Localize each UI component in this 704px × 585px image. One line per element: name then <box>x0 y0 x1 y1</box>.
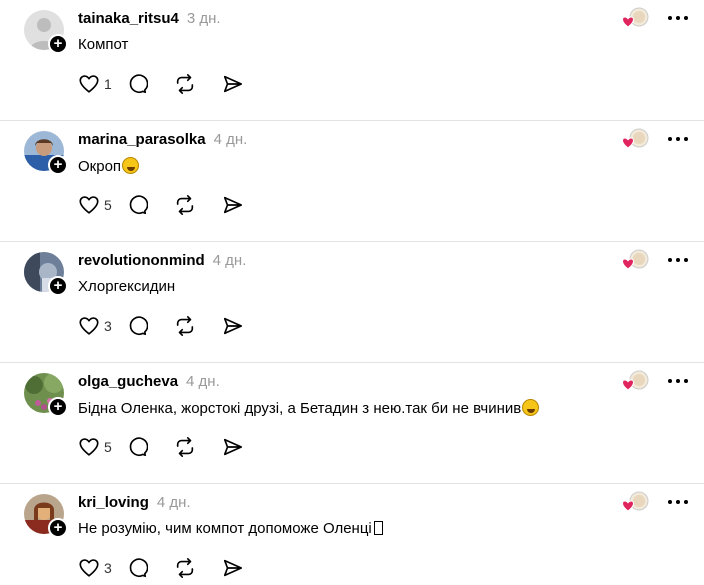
comment-actions: 1 <box>78 72 270 96</box>
repost-icon <box>174 557 196 579</box>
more-options-icon[interactable] <box>666 254 690 266</box>
share-button[interactable] <box>222 556 270 580</box>
share-button[interactable] <box>222 72 270 96</box>
comment-actions: 5 <box>78 435 270 459</box>
like-count: 5 <box>104 197 112 213</box>
repost-button[interactable] <box>174 314 222 338</box>
author-liked-badge <box>622 127 650 151</box>
avatar[interactable]: + <box>24 131 68 175</box>
comment-actions: 3 <box>78 556 270 580</box>
comment-actions: 5 <box>78 193 270 217</box>
avatar[interactable]: + <box>24 373 68 417</box>
like-button[interactable]: 3 <box>78 556 126 580</box>
comment-text: Окроп <box>78 157 140 175</box>
comment-bubble-icon <box>126 315 148 337</box>
comment-username[interactable]: revolutiononmind <box>78 252 205 269</box>
comment-bubble-icon <box>126 436 148 458</box>
author-liked-badge <box>622 6 650 30</box>
laughing-emoji-icon <box>122 157 140 174</box>
comment-bubble-icon <box>126 557 148 579</box>
share-send-icon <box>222 194 244 216</box>
comment-item: + kri_loving 4 дн. Не розумію, чим компо… <box>0 484 704 585</box>
comment-username[interactable]: kri_loving <box>78 494 149 511</box>
like-button[interactable]: 5 <box>78 435 126 459</box>
author-liked-badge <box>622 490 650 514</box>
comment-time: 4 дн. <box>156 494 191 511</box>
heart-icon <box>78 557 100 579</box>
comment-time: 4 дн. <box>186 373 220 390</box>
comment-time: 3 дн. <box>186 10 221 27</box>
missing-glyph-icon <box>373 521 383 535</box>
share-send-icon <box>222 315 244 337</box>
follow-plus-button[interactable]: + <box>48 34 68 54</box>
repost-icon <box>174 436 196 458</box>
comment-text: Хлоргексидин <box>78 278 176 295</box>
share-send-icon <box>222 557 244 579</box>
author-liked-badge <box>622 369 650 393</box>
like-button[interactable]: 1 <box>78 72 126 96</box>
reply-button[interactable] <box>126 193 174 217</box>
avatar[interactable]: + <box>24 10 68 54</box>
repost-button[interactable] <box>174 556 222 580</box>
heart-icon <box>78 73 100 95</box>
reply-button[interactable] <box>126 72 174 96</box>
share-send-icon <box>222 73 244 95</box>
repost-button[interactable] <box>174 72 222 96</box>
like-count: 3 <box>104 318 112 334</box>
comment-bubble-icon <box>126 73 148 95</box>
comments-feed: + tainaka_ritsu4 3 дн. Компот 1 + marina… <box>0 0 704 585</box>
comment-username[interactable]: tainaka_ritsu4 <box>78 10 179 27</box>
heart-icon <box>78 315 100 337</box>
reply-button[interactable] <box>126 435 174 459</box>
share-button[interactable] <box>222 193 270 217</box>
more-options-icon[interactable] <box>666 496 690 508</box>
more-options-icon[interactable] <box>666 133 690 145</box>
heart-icon <box>78 194 100 216</box>
comment-username[interactable]: olga_gucheva <box>78 373 178 390</box>
comment-item: + olga_gucheva 4 дн. Бідна Оленка, жорст… <box>0 363 704 484</box>
like-count: 3 <box>104 560 112 576</box>
share-send-icon <box>222 436 244 458</box>
heart-icon <box>78 436 100 458</box>
more-options-icon[interactable] <box>666 375 690 387</box>
follow-plus-button[interactable]: + <box>48 276 68 296</box>
reply-button[interactable] <box>126 314 174 338</box>
author-liked-badge <box>622 248 650 272</box>
like-count: 5 <box>104 439 112 455</box>
repost-icon <box>174 73 196 95</box>
repost-icon <box>174 194 196 216</box>
comment-time: 4 дн. <box>212 252 247 269</box>
comment-username[interactable]: marina_parasolka <box>78 131 206 148</box>
comment-text: Компот <box>78 36 129 53</box>
repost-button[interactable] <box>174 193 222 217</box>
comment-item: + tainaka_ritsu4 3 дн. Компот 1 <box>0 0 704 121</box>
repost-button[interactable] <box>174 435 222 459</box>
grinning-squint-emoji-icon <box>522 399 540 416</box>
comment-bubble-icon <box>126 194 148 216</box>
share-button[interactable] <box>222 314 270 338</box>
follow-plus-button[interactable]: + <box>48 518 68 538</box>
like-count: 1 <box>104 76 112 92</box>
comment-text: Бідна Оленка, жорстокі друзі, а Бетадин … <box>78 399 540 417</box>
follow-plus-button[interactable]: + <box>48 397 68 417</box>
comment-item: + marina_parasolka 4 дн. Окроп 5 <box>0 121 704 242</box>
like-button[interactable]: 5 <box>78 193 126 217</box>
comment-time: 4 дн. <box>213 131 248 148</box>
avatar[interactable]: + <box>24 252 68 296</box>
like-button[interactable]: 3 <box>78 314 126 338</box>
more-options-icon[interactable] <box>666 12 690 24</box>
share-button[interactable] <box>222 435 270 459</box>
reply-button[interactable] <box>126 556 174 580</box>
avatar[interactable]: + <box>24 494 68 538</box>
repost-icon <box>174 315 196 337</box>
comment-item: + revolutiononmind 4 дн. Хлоргексидин 3 <box>0 242 704 363</box>
follow-plus-button[interactable]: + <box>48 155 68 175</box>
comment-text: Не розумію, чим компот допоможе Оленці <box>78 520 383 537</box>
comment-actions: 3 <box>78 314 270 338</box>
